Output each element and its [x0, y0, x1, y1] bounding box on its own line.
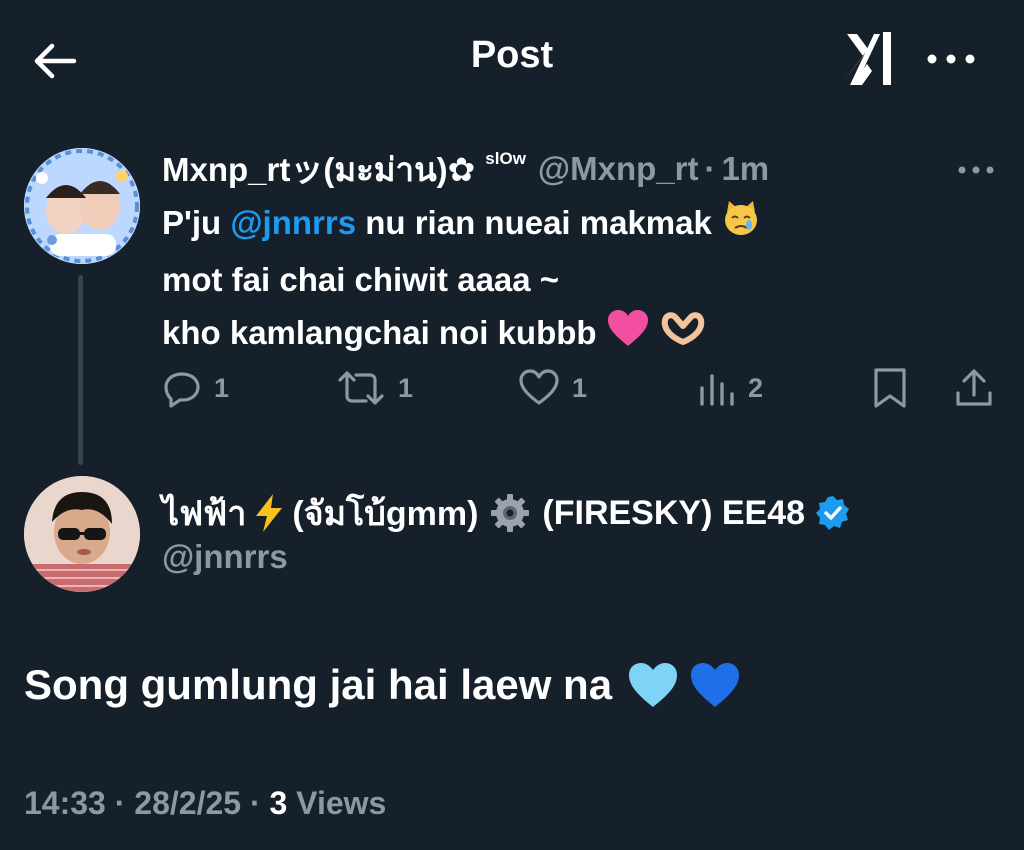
display-name-part: ไฟฟ้า — [162, 495, 247, 533]
bookmark-icon — [874, 368, 906, 408]
post-time[interactable]: 1m — [721, 150, 769, 188]
reply-text: Song gumlung jai hai laew na — [24, 660, 742, 710]
share-button[interactable] — [954, 364, 1006, 412]
post-more-icon[interactable] — [956, 158, 996, 182]
text-segment: kho kamlangchai noi kubbb — [162, 313, 597, 351]
reply-author-handle[interactable]: @jnnrrs — [162, 538, 288, 576]
grok-logo-icon[interactable] — [836, 28, 898, 90]
bookmark-button[interactable] — [872, 364, 920, 412]
repost-count: 1 — [398, 372, 414, 403]
lightning-emoji-icon — [252, 493, 286, 533]
separator-dot: · — [704, 150, 716, 187]
more-options-icon[interactable] — [924, 42, 978, 76]
like-count: 1 — [572, 372, 588, 403]
views-count: 2 — [748, 372, 764, 403]
views-button[interactable]: 2 — [696, 364, 763, 412]
avatar[interactable] — [24, 476, 140, 592]
gear-emoji-icon — [490, 493, 530, 533]
reply-count: 1 — [214, 372, 230, 403]
post-line-2: mot fai chai chiwit aaaa ~ — [162, 260, 560, 298]
views-label[interactable]: Views — [296, 785, 386, 821]
heart-icon — [519, 369, 559, 405]
reply-icon — [164, 372, 200, 408]
like-button[interactable]: 1 — [518, 364, 587, 412]
post-meta: 14:33 · 28/2/25 · 3 Views — [24, 785, 386, 822]
post-actions: 1 1 1 2 — [162, 364, 1002, 412]
share-icon — [956, 369, 992, 406]
light-blue-heart-emoji-icon — [626, 660, 680, 710]
name-suffix: slOw — [485, 149, 526, 168]
text-segment: nu rian nueai makmak — [356, 204, 712, 241]
analytics-icon — [700, 374, 734, 406]
pink-heart-emoji-icon — [606, 308, 650, 363]
post-timestamp: 14:33 — [24, 785, 106, 821]
text-segment: P'ju — [162, 204, 231, 241]
post-line-3: kho kamlangchai noi kubbb — [162, 306, 761, 363]
author-handle[interactable]: @Mxnp_rt — [538, 150, 699, 188]
avatar[interactable] — [24, 148, 140, 264]
reply-author-name[interactable]: ไฟฟ้า (จัมโบ้gmm) (FIRESKY) EE48 — [162, 488, 851, 538]
total-views-count[interactable]: 3 — [269, 785, 287, 821]
post-line-1: P'ju @jnnrrs nu rian nueai makmak — [162, 196, 761, 253]
post-header: Mxnp_rtッ(มะม่าน)✿ slOw @Mxnp_rt · 1m — [162, 146, 769, 192]
heart-hands-emoji-icon — [659, 308, 707, 363]
post-date: 28/2/25 — [134, 785, 242, 821]
blue-heart-emoji-icon — [688, 660, 742, 710]
repost-icon — [338, 371, 384, 405]
top-bar: Post — [0, 0, 1024, 118]
display-name-part: (FIRESKY) EE48 — [542, 493, 806, 532]
display-name-part: (จัมโบ้gmm) — [292, 495, 479, 533]
author-display-name[interactable]: Mxnp_rtッ(มะม่าน)✿ — [162, 143, 475, 196]
crying-cat-emoji-icon — [721, 198, 761, 253]
thread-connector-line — [78, 275, 83, 465]
verified-badge-icon — [815, 495, 851, 531]
reply-body: Song gumlung jai hai laew na — [24, 661, 613, 708]
separator-dot: · — [249, 785, 270, 821]
reply-button[interactable]: 1 — [162, 364, 229, 412]
separator-dot: · — [114, 785, 135, 821]
repost-button[interactable]: 1 — [336, 364, 413, 412]
post-body: P'ju @jnnrrs nu rian nueai makmak mot fa… — [162, 196, 761, 363]
mention-link[interactable]: @jnnrrs — [230, 204, 356, 241]
